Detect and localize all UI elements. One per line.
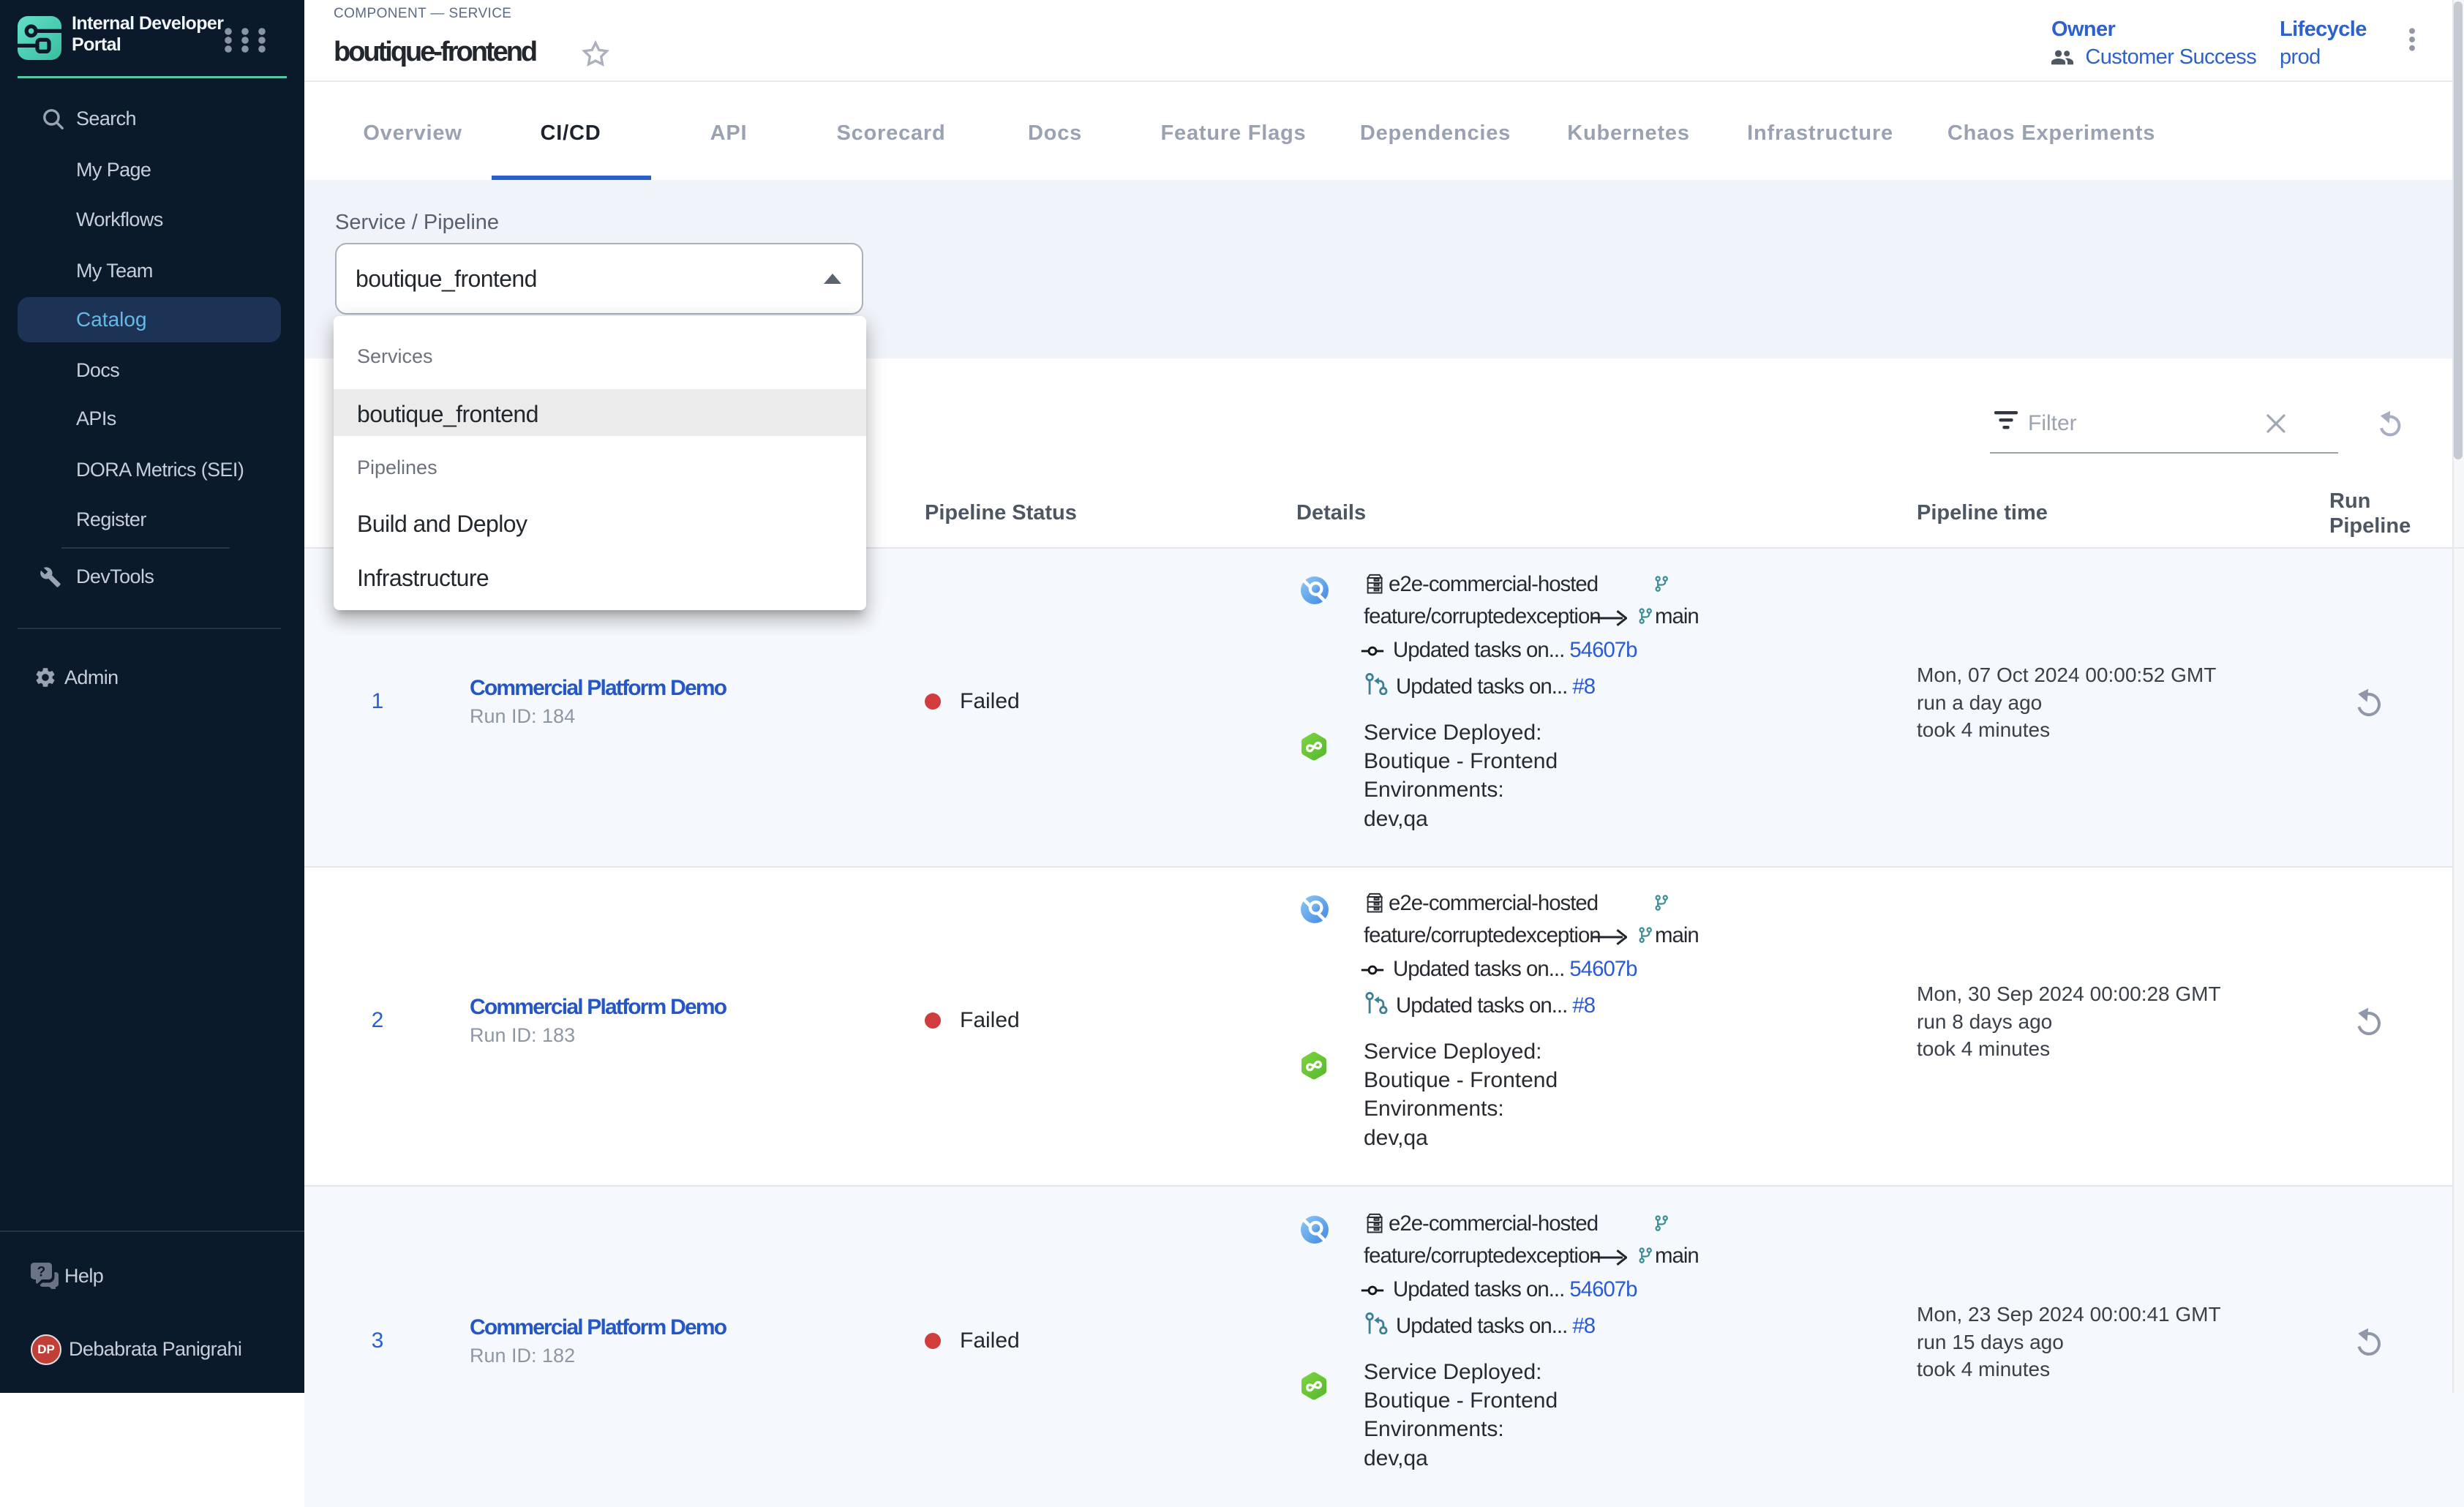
svg-text:?: ? — [37, 1265, 46, 1280]
